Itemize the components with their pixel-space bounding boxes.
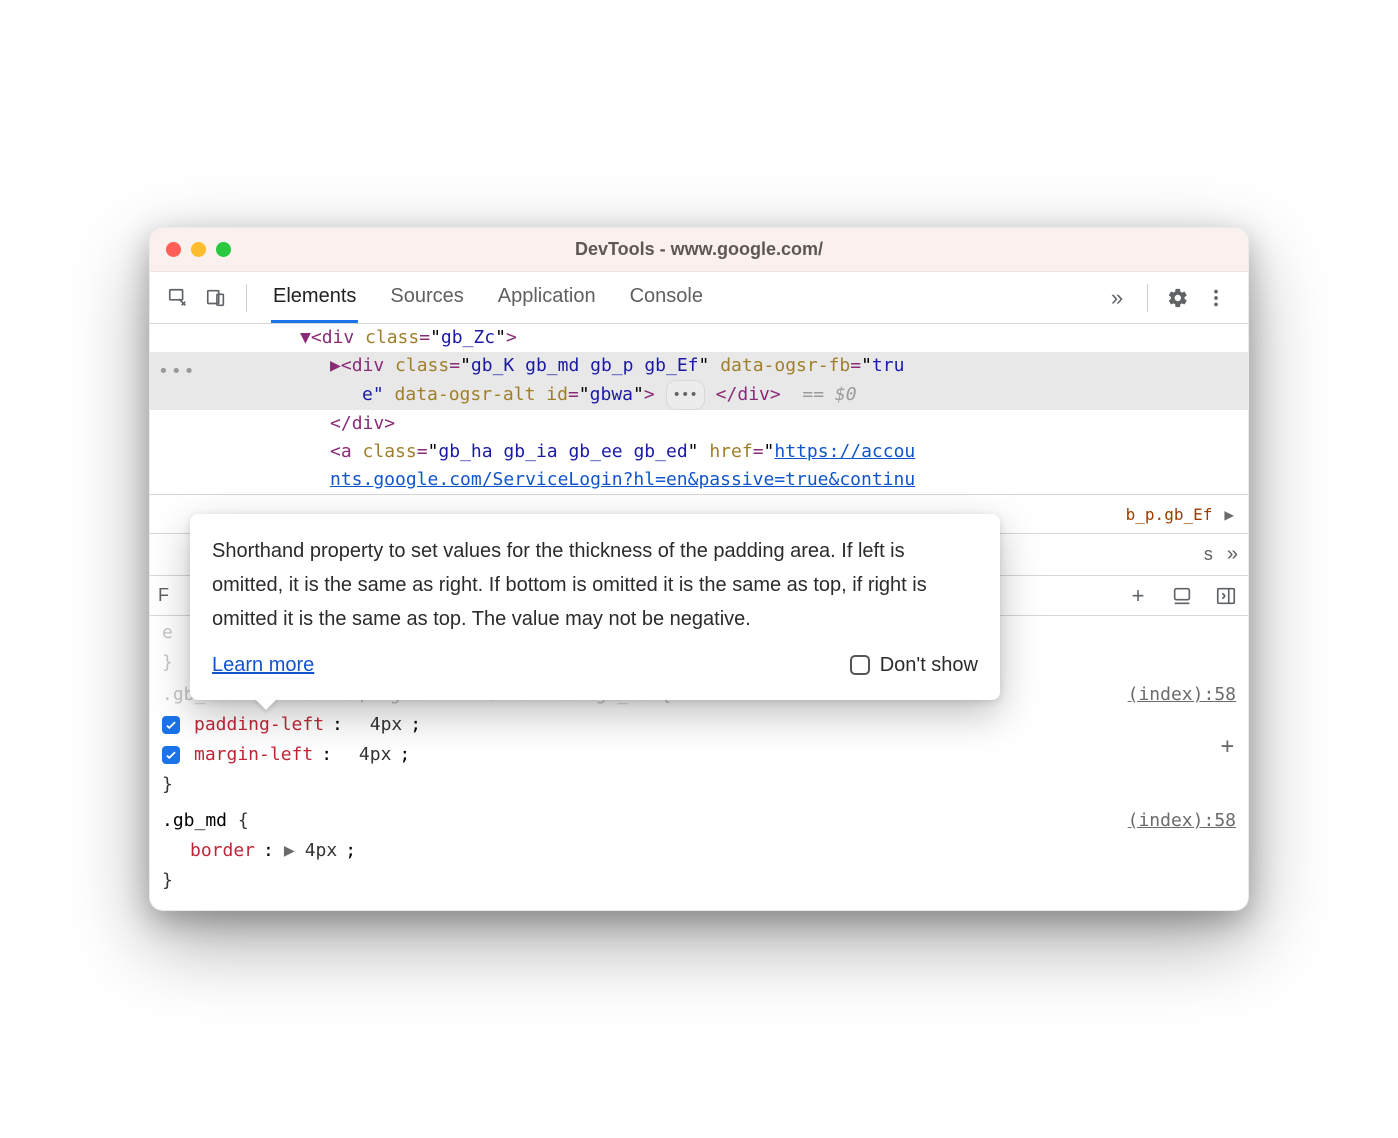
dom-tree[interactable]: ▼<div class="gb_Zc"> ••• ▶<div class="gb… <box>150 324 1248 494</box>
breadcrumb-item[interactable]: b_p.gb_Ef <box>1126 505 1213 524</box>
filter-fragment: F <box>158 585 169 606</box>
expand-shorthand-icon[interactable]: ▶ <box>284 836 295 866</box>
window-title: DevTools - www.google.com/ <box>150 239 1248 260</box>
settings-icon[interactable] <box>1164 284 1192 312</box>
titlebar: DevTools - www.google.com/ <box>150 228 1248 272</box>
tooltip-tail-icon <box>254 698 278 710</box>
window-controls <box>166 242 231 257</box>
tooltip-text: Shorthand property to set values for the… <box>212 534 978 636</box>
source-link[interactable]: (index):58 <box>1128 680 1236 710</box>
toggle-declaration-checkbox[interactable] <box>162 746 180 764</box>
tab-elements[interactable]: Elements <box>271 273 358 323</box>
subtabs-overflow-icon[interactable]: » <box>1227 543 1238 566</box>
dom-node-selected[interactable]: ••• ▶<div class="gb_K gb_md gb_p gb_Ef" … <box>150 352 1248 410</box>
dom-node[interactable]: ▼<div class="gb_Zc"> <box>150 324 1248 352</box>
dont-show-label: Don't show <box>880 648 978 682</box>
devtools-toolbar: Elements Sources Application Console » <box>150 272 1248 324</box>
insert-rule-plus-icon[interactable]: + <box>1221 732 1234 762</box>
tabs-overflow-icon[interactable]: » <box>1103 284 1131 312</box>
learn-more-link[interactable]: Learn more <box>212 648 314 682</box>
tab-console[interactable]: Console <box>628 273 705 323</box>
rule-selector[interactable]: .gb_md { <box>162 810 249 831</box>
source-link[interactable]: (index):58 <box>1128 806 1236 836</box>
brace: } <box>162 770 1236 800</box>
css-declaration[interactable]: padding-left: 4px; <box>162 710 1236 740</box>
css-declaration[interactable]: border: ▶ 4px; <box>162 836 1236 866</box>
brace: } <box>162 866 1236 896</box>
css-declaration[interactable]: margin-left: 4px; <box>162 740 1236 770</box>
separator <box>246 284 247 312</box>
minimize-window-button[interactable] <box>191 242 206 257</box>
dont-show-checkbox[interactable] <box>850 655 870 675</box>
toggle-declaration-checkbox[interactable] <box>162 716 180 734</box>
inspect-icon[interactable] <box>164 284 192 312</box>
kebab-menu-icon[interactable] <box>1202 284 1230 312</box>
devtools-window: DevTools - www.google.com/ Elements Sour… <box>149 227 1249 911</box>
tab-sources[interactable]: Sources <box>388 273 465 323</box>
computed-styles-icon[interactable] <box>1168 582 1196 610</box>
dom-node[interactable]: nts.google.com/ServiceLogin?hl=en&passiv… <box>150 466 1248 494</box>
maximize-window-button[interactable] <box>216 242 231 257</box>
toggle-sidebar-icon[interactable] <box>1212 582 1240 610</box>
ellipsis-icon[interactable]: ••• <box>158 358 197 386</box>
close-window-button[interactable] <box>166 242 181 257</box>
collapsed-content-icon[interactable]: ••• <box>666 380 705 410</box>
separator <box>1147 284 1148 312</box>
subtab-fragment[interactable]: s <box>1204 544 1213 565</box>
tab-application[interactable]: Application <box>496 273 598 323</box>
dom-node[interactable]: </div> <box>150 410 1248 438</box>
css-property-tooltip: Shorthand property to set values for the… <box>190 514 1000 700</box>
new-style-plus-icon[interactable]: + <box>1124 582 1152 610</box>
main-tabs: Elements Sources Application Console <box>271 273 705 323</box>
chevron-right-icon[interactable]: ▶ <box>1224 505 1234 524</box>
dom-node[interactable]: <a class="gb_ha gb_ia gb_ee gb_ed" href=… <box>150 438 1248 466</box>
device-toggle-icon[interactable] <box>202 284 230 312</box>
